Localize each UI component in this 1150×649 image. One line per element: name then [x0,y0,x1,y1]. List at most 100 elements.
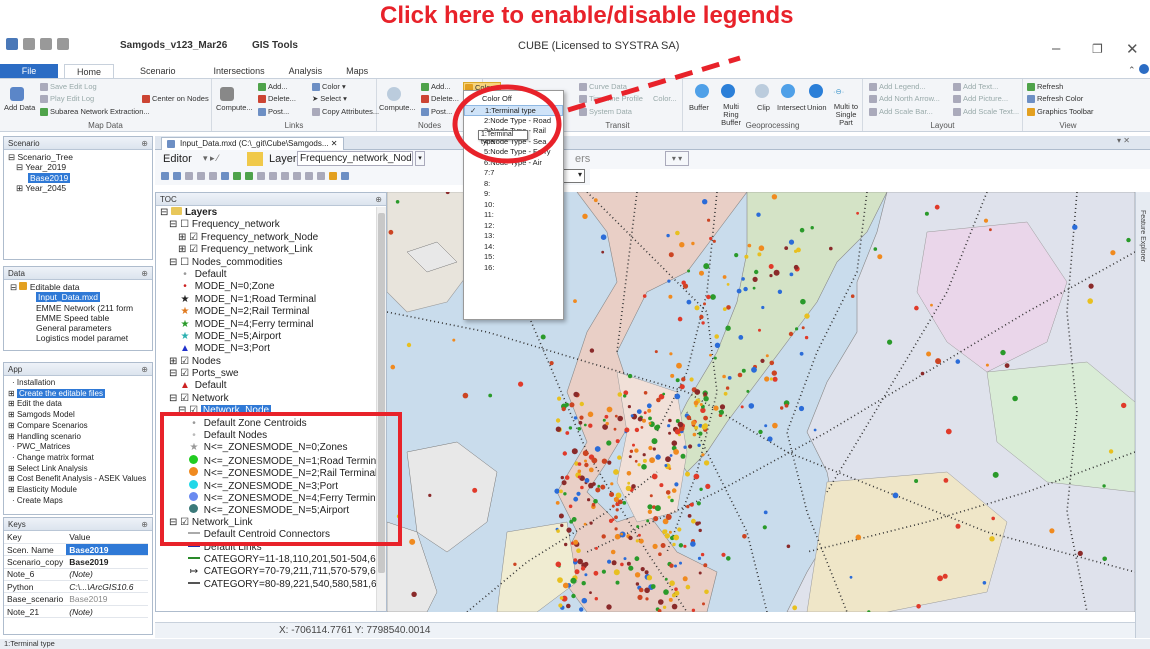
map-node-point[interactable] [555,418,561,423]
map-node-point[interactable] [650,584,656,589]
map-node-point[interactable] [989,536,995,542]
map-node-point[interactable] [573,558,578,562]
toc-item[interactable]: ⊞ ☑ Frequency_network_Link [156,244,378,256]
map-node-point[interactable] [579,401,584,407]
map-node-point[interactable] [573,496,579,502]
map-node-point[interactable] [595,487,601,493]
map-node-point[interactable] [569,402,575,408]
map-node-point[interactable] [570,577,577,584]
map-node-point[interactable] [584,478,590,483]
map-node-point[interactable] [945,428,952,435]
map-node-point[interactable] [560,523,564,528]
toc-item[interactable]: ▲ MODE_N=3;Port [156,343,378,355]
undo-icon[interactable] [57,38,69,50]
map-node-point[interactable] [798,405,805,412]
map-node-point[interactable] [703,263,710,270]
map-node-point[interactable] [589,521,593,525]
map-node-point[interactable] [706,294,711,300]
map-node-point[interactable] [647,408,652,413]
map-node-point[interactable] [646,403,652,409]
map-node-point[interactable] [655,454,661,460]
map-node-point[interactable] [677,421,684,428]
map-node-point[interactable] [683,445,687,449]
map-node-point[interactable] [627,405,631,409]
map-node-point[interactable] [561,480,567,486]
map-node-point[interactable] [877,254,883,260]
table-row[interactable]: Note_6 (Note) [4,568,148,582]
curve-data-button[interactable]: Curve Data [579,82,627,91]
color-menu-item[interactable]: 14: [464,242,563,253]
tree-item[interactable]: Input_Data.mxd [8,292,148,303]
map-node-point[interactable] [561,406,566,412]
map-node-point[interactable] [714,334,719,339]
map-node-point[interactable] [646,519,650,523]
map-node-point[interactable] [762,525,767,530]
map-node-point[interactable] [764,376,770,382]
timeline-profile-button[interactable]: Time-line Profile [579,94,643,103]
map-node-point[interactable] [698,528,702,533]
map-node-point[interactable] [648,416,652,421]
map-node-point[interactable] [607,559,612,564]
map-node-point[interactable] [727,376,732,380]
map-node-point[interactable] [637,533,641,537]
map-node-point[interactable] [540,334,546,340]
map-node-point[interactable] [627,481,631,485]
map-node-point[interactable] [674,564,677,568]
map-node-point[interactable] [679,384,685,390]
map-node-point[interactable] [937,575,943,582]
add-scale-text-button[interactable]: Add Scale Text... [953,107,1019,116]
map-node-point[interactable] [983,218,989,223]
map-node-point[interactable] [571,448,578,455]
map-node-point[interactable] [1077,550,1083,556]
map-node-point[interactable] [631,484,636,489]
map-node-point[interactable] [617,499,623,505]
map-node-point[interactable] [682,576,688,582]
map-node-point[interactable] [719,404,726,410]
toc-item[interactable]: CATEGORY=80-89,221,540,580,581,6 [156,579,378,591]
map-node-point[interactable] [611,560,617,566]
buffer-button[interactable]: Buffer [689,103,709,112]
color-menu-item[interactable]: Color Off [464,91,563,105]
map-node-point[interactable] [579,415,584,420]
map-node-point[interactable] [636,525,640,529]
identify-icon[interactable] [269,172,277,180]
map-node-point[interactable] [673,449,679,455]
map-node-point[interactable] [628,565,634,571]
map-node-point[interactable] [796,247,801,253]
map-node-point[interactable] [549,361,554,366]
nodes-compute-button[interactable]: Compute... [379,103,416,112]
map-node-point[interactable] [780,406,784,410]
map-node-point[interactable] [649,457,655,464]
map-node-point[interactable] [584,462,589,468]
tab-home[interactable]: Home [64,64,115,78]
map-node-point[interactable] [1087,298,1093,304]
feature-explorer-bar[interactable]: Feature Explorer [1135,192,1150,638]
tree-item[interactable]: ⊞ Edit the data [8,399,148,410]
map-node-point[interactable] [765,354,769,358]
map-node-point[interactable] [654,425,660,431]
map-node-point[interactable] [685,471,690,477]
map-node-point[interactable] [873,247,878,251]
map-node-point[interactable] [799,351,804,356]
map-node-point[interactable] [642,294,647,298]
toc-item[interactable]: ⊟ ☐ Frequency_network [156,219,378,231]
zoom-out-icon[interactable] [173,172,181,180]
map-node-point[interactable] [577,462,582,466]
map-node-point[interactable] [662,605,667,609]
map-node-point[interactable] [804,335,809,340]
map-node-point[interactable] [1108,449,1114,454]
toc-item[interactable]: ⊞ ☑ Frequency_network_Node [156,232,378,244]
minimize-icon[interactable]: – [1052,40,1060,57]
add-picture-button[interactable]: Add Picture... [953,94,1008,103]
map-node-point[interactable] [710,294,716,300]
map-node-point[interactable] [690,541,696,547]
map-node-point[interactable] [573,539,579,545]
map-node-point[interactable] [799,227,805,233]
map-node-point[interactable] [989,228,992,232]
map-node-point[interactable] [934,204,940,210]
value-cell[interactable]: Base2019 [66,592,148,606]
map-node-point[interactable] [637,416,643,422]
color-menu-item[interactable]: 2:Node Type - Road [464,116,563,127]
map-node-point[interactable] [691,518,696,524]
map-node-point[interactable] [557,577,563,583]
